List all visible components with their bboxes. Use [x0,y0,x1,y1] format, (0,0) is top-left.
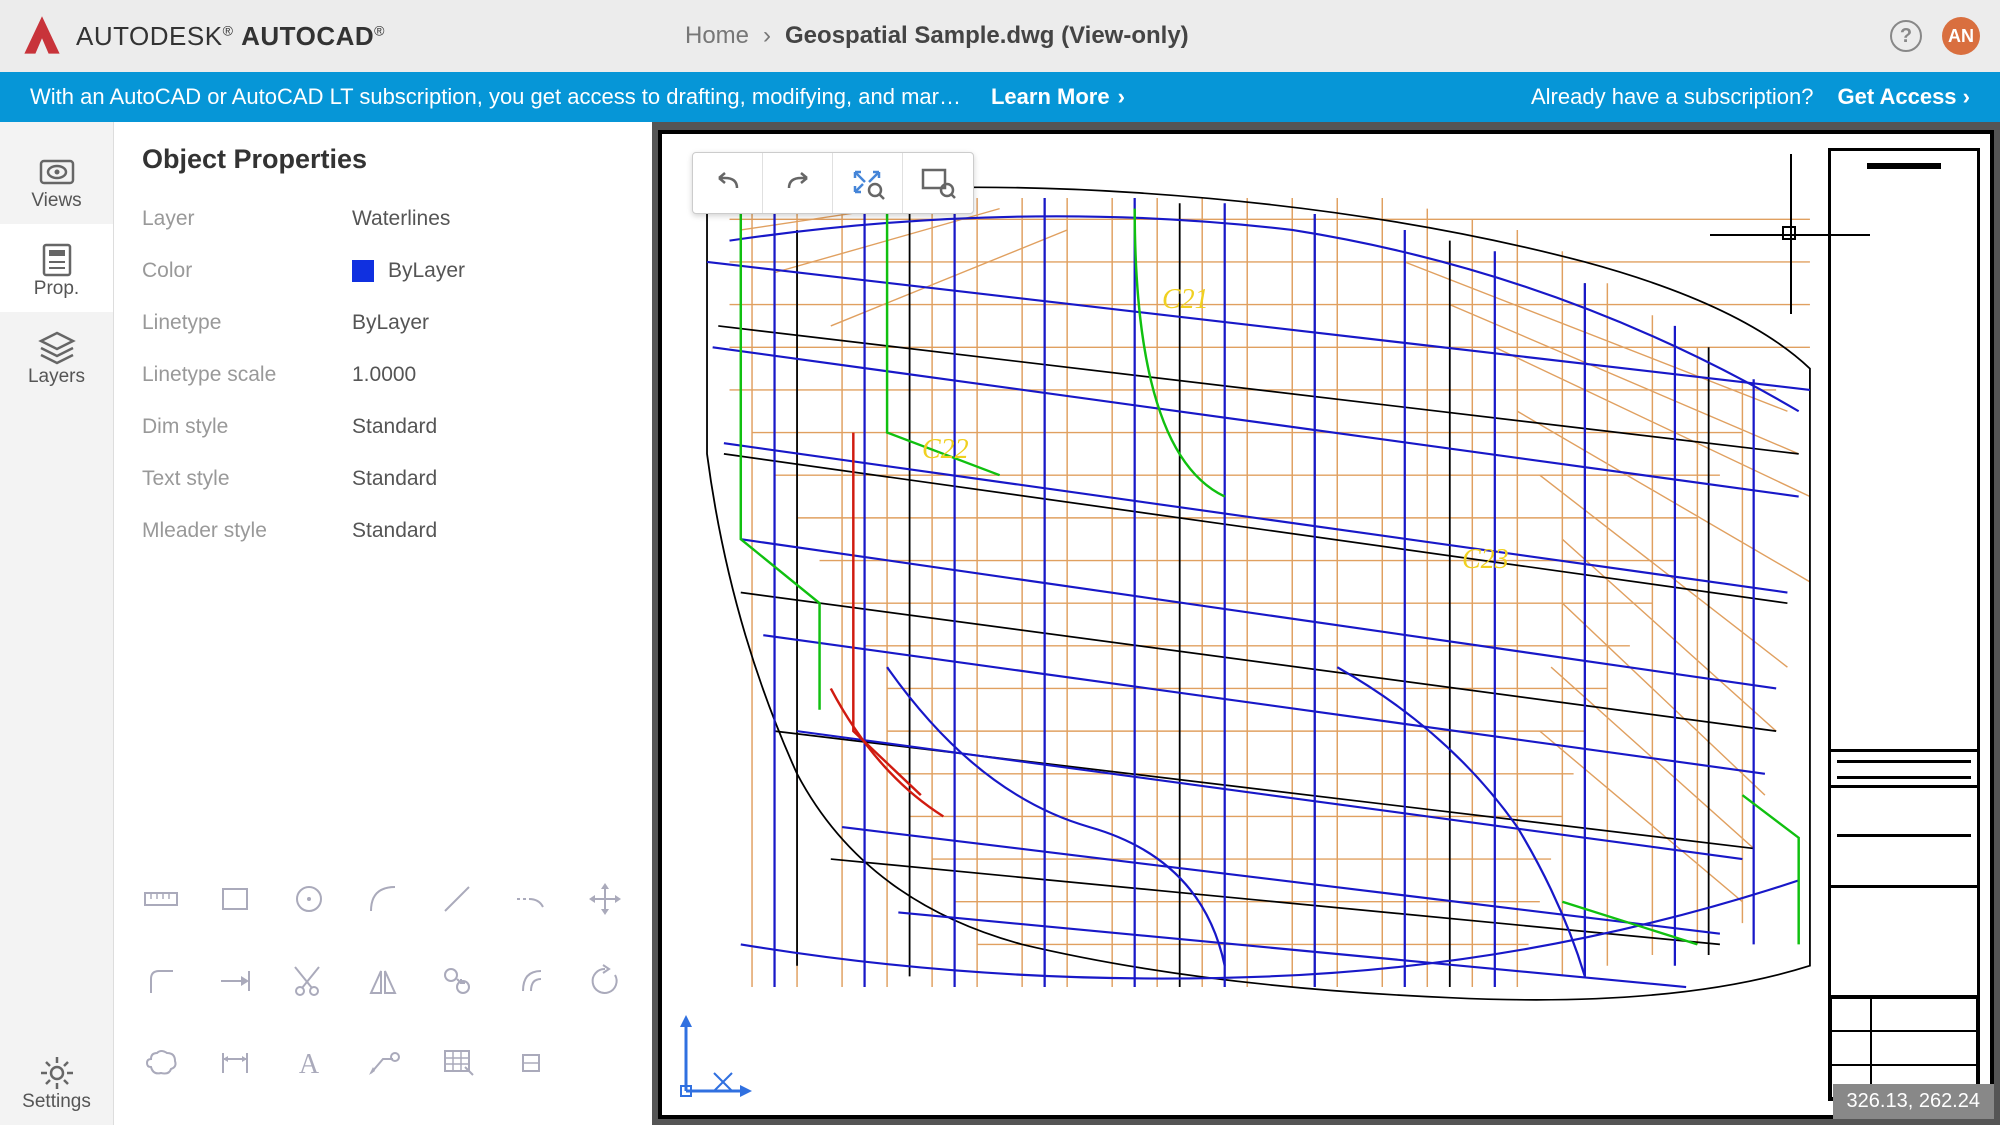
erase-tool-icon[interactable] [496,1031,566,1095]
get-access-link[interactable]: Get Access › [1838,84,1971,110]
prop-row-mleader-style[interactable]: Mleader style Standard [142,505,624,557]
header-right: ? AN [1890,17,1980,55]
prop-row-dim-style[interactable]: Dim style Standard [142,401,624,453]
leader-tool-icon[interactable] [348,1031,418,1095]
help-icon[interactable]: ? [1890,20,1922,52]
copy-tool-icon[interactable] [422,949,492,1013]
measure-tool-icon[interactable] [126,867,196,931]
arc-tool-icon[interactable] [348,867,418,931]
breadcrumb-home[interactable]: Home [685,22,749,50]
prop-row-color[interactable]: Color ByLayer [142,245,624,297]
zoom-window-icon[interactable] [903,153,973,213]
breadcrumb: Home › Geospatial Sample.dwg (View-only) [685,22,1189,50]
title-block [1828,148,1980,1101]
breadcrumb-separator: › [763,22,771,50]
redo-icon[interactable] [763,153,833,213]
trim-tool-icon[interactable] [274,949,344,1013]
rectangle-tool-icon[interactable] [200,867,270,931]
app-header: AUTODESK® AUTOCAD® Home › Geospatial Sam… [0,0,2000,72]
extend-tool-icon[interactable] [200,949,270,1013]
gear-icon [36,1055,78,1091]
offset-tool-icon[interactable] [496,949,566,1013]
rotate-tool-icon[interactable] [570,949,640,1013]
rail-properties[interactable]: Prop. [0,224,113,312]
empty-tool-slot [570,1031,640,1095]
autodesk-logo-icon [20,14,64,58]
revcloud-tool-icon[interactable] [126,1031,196,1095]
line-tool-icon[interactable] [422,867,492,931]
nav-toolbar [692,152,974,214]
dimension-tool-icon[interactable] [200,1031,270,1095]
map-annotation: C21 [1162,284,1209,316]
prop-row-linetype-scale[interactable]: Linetype scale 1.0000 [142,349,624,401]
mirror-tool-icon[interactable] [348,949,418,1013]
avatar[interactable]: AN [1942,17,1980,55]
side-rail: Views Prop. Layers Settings [0,122,114,1125]
promo-banner: With an AutoCAD or AutoCAD LT subscripti… [0,72,2000,122]
move-tool-icon[interactable] [570,867,640,931]
properties-panel: Object Properties Layer Waterlines Color… [114,122,652,1125]
map-annotation: C23 [1462,544,1509,576]
zoom-extents-icon[interactable] [833,153,903,213]
table-tool-icon[interactable] [422,1031,492,1095]
rail-views[interactable]: Views [0,136,113,224]
promo-text: With an AutoCAD or AutoCAD LT subscripti… [30,84,961,110]
text-tool-icon[interactable]: A [274,1031,344,1095]
subscription-prompt: Already have a subscription? [1531,84,1814,110]
polyline-tool-icon[interactable] [496,867,566,931]
undo-icon[interactable] [693,153,763,213]
panel-title: Object Properties [114,122,652,193]
drawing-canvas[interactable]: C21 C22 C23 [658,130,1994,1119]
logo-area: AUTODESK® AUTOCAD® [20,14,385,58]
ucs-icon [676,1011,756,1101]
coordinate-readout: 326.13, 262.24 [1833,1084,1994,1119]
properties-icon [36,242,78,278]
map-annotation: C22 [922,434,969,466]
layers-icon [36,330,78,366]
prop-row-linetype[interactable]: Linetype ByLayer [142,297,624,349]
circle-tool-icon[interactable] [274,867,344,931]
drawing-content [662,134,1990,1115]
rail-settings[interactable]: Settings [0,1037,113,1125]
views-icon [36,154,78,190]
color-swatch [352,260,374,282]
tool-grid: A [114,847,652,1125]
main-area: Views Prop. Layers Settings Object Prope… [0,122,2000,1125]
learn-more-link[interactable]: Learn More› [991,84,1125,110]
prop-row-text-style[interactable]: Text style Standard [142,453,624,505]
svg-text:A: A [299,1049,320,1080]
breadcrumb-current: Geospatial Sample.dwg (View-only) [785,22,1189,50]
rail-layers[interactable]: Layers [0,312,113,400]
fillet-tool-icon[interactable] [126,949,196,1013]
prop-row-layer[interactable]: Layer Waterlines [142,193,624,245]
brand-text: AUTODESK® AUTOCAD® [76,21,385,52]
canvas-wrap: C21 C22 C23 326.13, 262.24 [652,122,2000,1125]
